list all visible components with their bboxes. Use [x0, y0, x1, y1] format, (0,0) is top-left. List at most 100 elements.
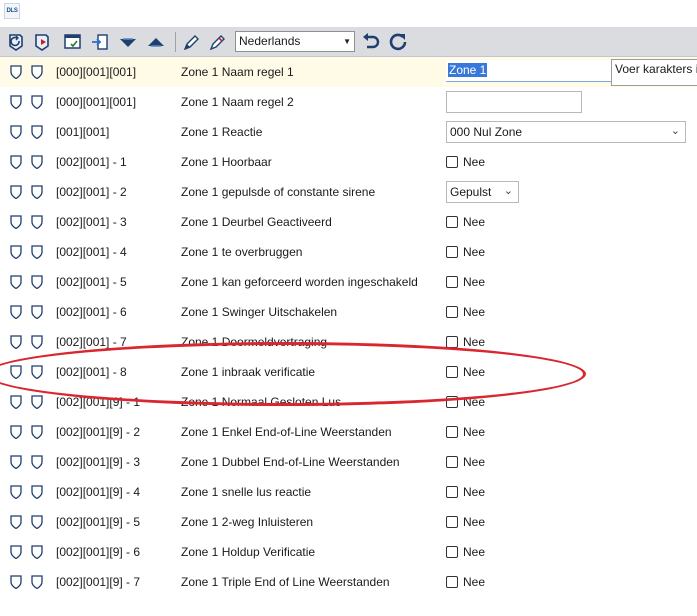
- shield-icon[interactable]: [10, 215, 22, 229]
- checkbox[interactable]: Nee: [446, 485, 485, 499]
- checkbox-box[interactable]: [446, 246, 458, 258]
- shield-icon[interactable]: [31, 545, 43, 559]
- checkbox[interactable]: Nee: [446, 455, 485, 469]
- setting-name: Zone 1 Dubbel End-of-Line Weerstanden: [181, 455, 400, 469]
- checkbox-box[interactable]: [446, 456, 458, 468]
- shield-icon[interactable]: [31, 455, 43, 469]
- shield-icon[interactable]: [10, 305, 22, 319]
- checkbox-box[interactable]: [446, 516, 458, 528]
- arrow-down-icon[interactable]: [117, 31, 139, 53]
- checkbox[interactable]: Nee: [446, 215, 485, 229]
- dropdown-select[interactable]: 000 Nul Zone ⌄: [446, 121, 686, 143]
- shield-icon[interactable]: [10, 395, 22, 409]
- checkbox[interactable]: Nee: [446, 245, 485, 259]
- checkbox-box[interactable]: [446, 396, 458, 408]
- shield-icon[interactable]: [10, 125, 22, 139]
- pencil-alt-icon[interactable]: [207, 31, 229, 53]
- text-input[interactable]: Zone 1: [446, 60, 611, 82]
- shield-icon[interactable]: [10, 365, 22, 379]
- checkbox[interactable]: Nee: [446, 425, 485, 439]
- setting-name: Zone 1 inbraak verificatie: [181, 365, 316, 379]
- checkbox[interactable]: Nee: [446, 515, 485, 529]
- checkbox[interactable]: Nee: [446, 365, 485, 379]
- checkbox-label: Nee: [463, 365, 486, 379]
- setting-code: [002][001][9] - 1: [56, 395, 141, 409]
- undo-icon[interactable]: [360, 31, 382, 53]
- checkbox-box[interactable]: [446, 576, 458, 588]
- setting-row: [002][001][9] - 5 Zone 1 2-weg Inluistere…: [0, 507, 697, 537]
- refresh-icon[interactable]: [387, 31, 409, 53]
- dropdown-value: Gepulst: [450, 185, 492, 199]
- language-select[interactable]: Nederlands ▼: [235, 31, 355, 52]
- shield-icon[interactable]: [31, 425, 43, 439]
- setting-name: Zone 1 Naam regel 2: [181, 95, 294, 109]
- checkbox[interactable]: Nee: [446, 305, 485, 319]
- checkbox[interactable]: Nee: [446, 545, 485, 559]
- shield-icon[interactable]: [31, 125, 43, 139]
- shield-icon[interactable]: [31, 485, 43, 499]
- app-logo: DLS: [4, 3, 20, 19]
- checkbox[interactable]: Nee: [446, 335, 485, 349]
- dropdown-arrow-icon: ▼: [343, 37, 351, 46]
- setting-name: Zone 1 Triple End of Line Weerstanden: [181, 575, 390, 589]
- shield-arrow-icon[interactable]: [31, 31, 53, 53]
- shield-icon[interactable]: [31, 215, 43, 229]
- text-input-value: Zone 1: [448, 63, 488, 77]
- shield-icon[interactable]: [10, 545, 22, 559]
- shield-icon[interactable]: [31, 65, 43, 79]
- arrow-up-icon[interactable]: [145, 31, 167, 53]
- shield-icon[interactable]: [10, 485, 22, 499]
- checkbox-box[interactable]: [446, 156, 458, 168]
- shield-icon[interactable]: [31, 305, 43, 319]
- shield-icon[interactable]: [10, 155, 22, 169]
- import-arrow-icon[interactable]: [89, 31, 111, 53]
- shield-icon[interactable]: [31, 575, 43, 589]
- text-input[interactable]: [446, 91, 582, 113]
- shield-icon[interactable]: [10, 95, 22, 109]
- shield-icon[interactable]: [31, 275, 43, 289]
- checkbox-box[interactable]: [446, 426, 458, 438]
- shield-icon[interactable]: [10, 425, 22, 439]
- checkbox[interactable]: Nee: [446, 395, 485, 409]
- checkbox-box[interactable]: [446, 216, 458, 228]
- checkbox-label: Nee: [463, 275, 486, 289]
- shield-icon[interactable]: [10, 335, 22, 349]
- checkbox-box[interactable]: [446, 276, 458, 288]
- setting-code: [002][001] - 4: [56, 245, 127, 259]
- checkbox-label: Nee: [463, 515, 486, 529]
- setting-row: [000][001][001] Zone 1 Naam regel 2: [0, 87, 697, 117]
- shield-icon[interactable]: [31, 155, 43, 169]
- window-check-icon[interactable]: [62, 31, 84, 53]
- checkbox-box[interactable]: [446, 486, 458, 498]
- shield-icon[interactable]: [10, 65, 22, 79]
- shield-icon[interactable]: [10, 275, 22, 289]
- checkbox-box[interactable]: [446, 546, 458, 558]
- shield-refresh-icon[interactable]: [5, 31, 27, 53]
- setting-row: [002][001] - 8 Zone 1 inbraak verificatie…: [0, 357, 697, 387]
- dropdown-select[interactable]: Gepulst ⌄: [446, 181, 519, 203]
- dropdown-value: 000 Nul Zone: [450, 125, 523, 139]
- checkbox-label: Nee: [463, 455, 486, 469]
- shield-icon[interactable]: [31, 365, 43, 379]
- checkbox[interactable]: Nee: [446, 575, 485, 589]
- pencil-icon[interactable]: [181, 31, 203, 53]
- shield-icon[interactable]: [31, 395, 43, 409]
- shield-icon[interactable]: [10, 575, 22, 589]
- shield-icon[interactable]: [31, 95, 43, 109]
- checkbox[interactable]: Nee: [446, 155, 485, 169]
- shield-icon[interactable]: [10, 185, 22, 199]
- shield-icon[interactable]: [10, 245, 22, 259]
- checkbox-box[interactable]: [446, 306, 458, 318]
- setting-name: Zone 1 Holdup Verificatie: [181, 545, 316, 559]
- shield-icon[interactable]: [10, 455, 22, 469]
- shield-icon[interactable]: [31, 335, 43, 349]
- shield-icon[interactable]: [31, 185, 43, 199]
- shield-icon[interactable]: [10, 515, 22, 529]
- setting-code: [002][001] - 6: [56, 305, 127, 319]
- checkbox-box[interactable]: [446, 366, 458, 378]
- shield-icon[interactable]: [31, 515, 43, 529]
- setting-name: Zone 1 te overbruggen: [181, 245, 303, 259]
- checkbox-box[interactable]: [446, 336, 458, 348]
- checkbox[interactable]: Nee: [446, 275, 485, 289]
- shield-icon[interactable]: [31, 245, 43, 259]
